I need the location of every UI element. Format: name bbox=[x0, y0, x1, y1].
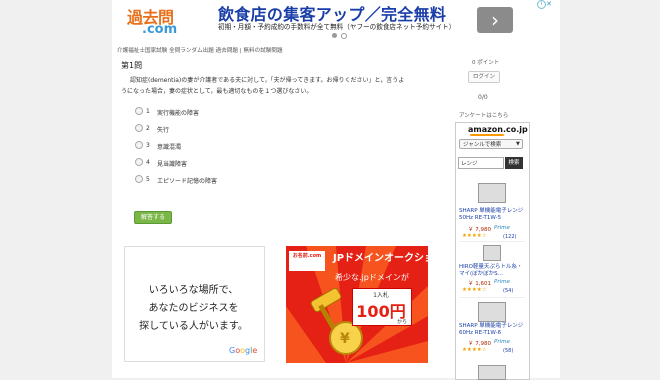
product-price: ￥ 7,980 bbox=[468, 227, 491, 233]
product-image[interactable] bbox=[483, 245, 501, 261]
divider bbox=[459, 241, 525, 242]
site-logo-domain[interactable]: .com bbox=[142, 22, 177, 37]
amazon-smile-icon bbox=[470, 134, 504, 136]
jp-ad-price-suffix: から bbox=[397, 319, 408, 325]
google-ad-line[interactable]: 探している人がいます。 bbox=[124, 317, 263, 332]
google-logo-letter: e bbox=[252, 346, 258, 355]
google-ad-line[interactable]: あなたのビジネスを bbox=[124, 299, 263, 314]
question-text: 認知症(dementia)の妻が介護者である夫に対して，「夫が帰ってきます。お帰… bbox=[130, 77, 405, 84]
jp-ad-subtitle: 希少な.jpドメインが bbox=[335, 273, 409, 282]
product-image[interactable] bbox=[478, 183, 506, 203]
ad-arrow-button[interactable]: › bbox=[477, 7, 513, 33]
divider bbox=[459, 297, 525, 298]
review-count[interactable]: (122) bbox=[503, 234, 516, 240]
carousel-dot-active[interactable] bbox=[332, 33, 337, 38]
option-number: 4 bbox=[146, 159, 150, 166]
option-radio-2[interactable] bbox=[135, 124, 143, 132]
review-count[interactable]: (58) bbox=[503, 348, 513, 354]
carousel-dot[interactable] bbox=[341, 33, 347, 39]
breadcrumb[interactable]: 介護福祉士国家試験 全問ランダム出題 過去問題 | 無料の試験問題 bbox=[117, 46, 283, 54]
option-number: 3 bbox=[146, 142, 150, 149]
prime-badge: Prime bbox=[494, 339, 510, 345]
option-number: 1 bbox=[146, 108, 150, 115]
option-label[interactable]: 失行 bbox=[157, 125, 169, 134]
answer-button[interactable]: 解答する bbox=[134, 211, 172, 224]
option-label[interactable]: 実行機能の障害 bbox=[157, 108, 199, 117]
rating-stars: ★★★★☆ bbox=[462, 347, 487, 353]
svg-text:¥: ¥ bbox=[340, 331, 350, 347]
question-number: 第1問 bbox=[121, 61, 143, 70]
product-title[interactable]: SHARP 単機能電子レンジ 60Hz RE-T1W-6 bbox=[459, 323, 525, 337]
rating-stars: ★★★★☆ bbox=[462, 287, 487, 293]
amazon-search-button[interactable]: 検索 bbox=[505, 157, 523, 169]
option-radio-3[interactable] bbox=[135, 141, 143, 149]
option-label[interactable]: エピソード記憶の障害 bbox=[157, 176, 217, 185]
question-text-cont: うになった場合，妻の症状として，最も適切なものを１つ選びなさい。 bbox=[121, 88, 313, 95]
genre-select[interactable]: ジャンルで検索 bbox=[459, 139, 523, 149]
google-logo: Google bbox=[229, 346, 257, 355]
product-title[interactable]: SHARP 単機能電子レンジ 50Hz RE-T1W-5 bbox=[459, 208, 525, 222]
jp-ad-title[interactable]: JPドメインオークション bbox=[333, 249, 444, 264]
rating-stars: ★★★★☆ bbox=[462, 233, 487, 239]
option-label[interactable]: 意識混濁 bbox=[157, 142, 181, 151]
option-radio-1[interactable] bbox=[135, 107, 143, 115]
amazon-logo[interactable]: amazon.co.jp bbox=[468, 125, 528, 134]
option-label[interactable]: 見当識障害 bbox=[157, 159, 187, 168]
survey-link[interactable]: アンケートはこちら bbox=[459, 111, 508, 119]
ad-close-icon[interactable]: ✕ bbox=[545, 0, 553, 8]
chevron-down-icon: ▼ bbox=[516, 141, 520, 147]
option-radio-4[interactable] bbox=[135, 158, 143, 166]
option-number: 2 bbox=[146, 125, 150, 132]
ad-subtitle[interactable]: 初期・月額・予約成約の手数料が全て無料（ヤフーの飲食店ネット予約サイト） bbox=[218, 21, 455, 31]
points-label: 0 ポイント bbox=[472, 60, 500, 66]
option-radio-5[interactable] bbox=[135, 175, 143, 183]
review-count[interactable]: (54) bbox=[503, 288, 513, 294]
prime-badge: Prime bbox=[494, 279, 510, 285]
option-number: 5 bbox=[146, 176, 150, 183]
product-price: ￥ 7,980 bbox=[468, 341, 491, 347]
product-image[interactable] bbox=[478, 302, 506, 322]
product-title[interactable]: HIRO軽量天ぷらトル糸・マイ(ぼかぼかS... bbox=[459, 264, 525, 278]
google-ad-line[interactable]: いろいろな場所で、 bbox=[124, 281, 263, 296]
login-button[interactable]: ログイン bbox=[468, 71, 500, 83]
prime-badge: Prime bbox=[494, 225, 510, 231]
product-price: ￥ 1,601 bbox=[468, 281, 491, 287]
onamae-logo: お名前.com bbox=[289, 251, 325, 271]
amazon-search-input[interactable]: レンジ bbox=[458, 157, 504, 169]
score-counter: 0/0 bbox=[478, 94, 488, 101]
